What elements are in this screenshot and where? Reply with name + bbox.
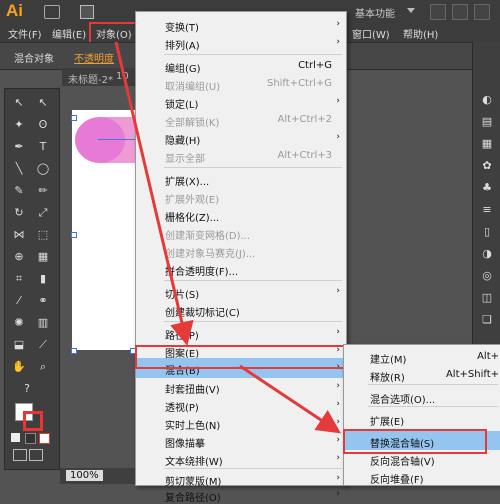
arrow-to-replace-spine xyxy=(239,364,341,434)
chevron-right-icon: › xyxy=(336,489,340,499)
annotation-arrows xyxy=(114,41,341,434)
menu-item-compound-path[interactable]: 复合路径(O) › xyxy=(136,486,346,504)
arrow-to-blend xyxy=(114,41,194,346)
